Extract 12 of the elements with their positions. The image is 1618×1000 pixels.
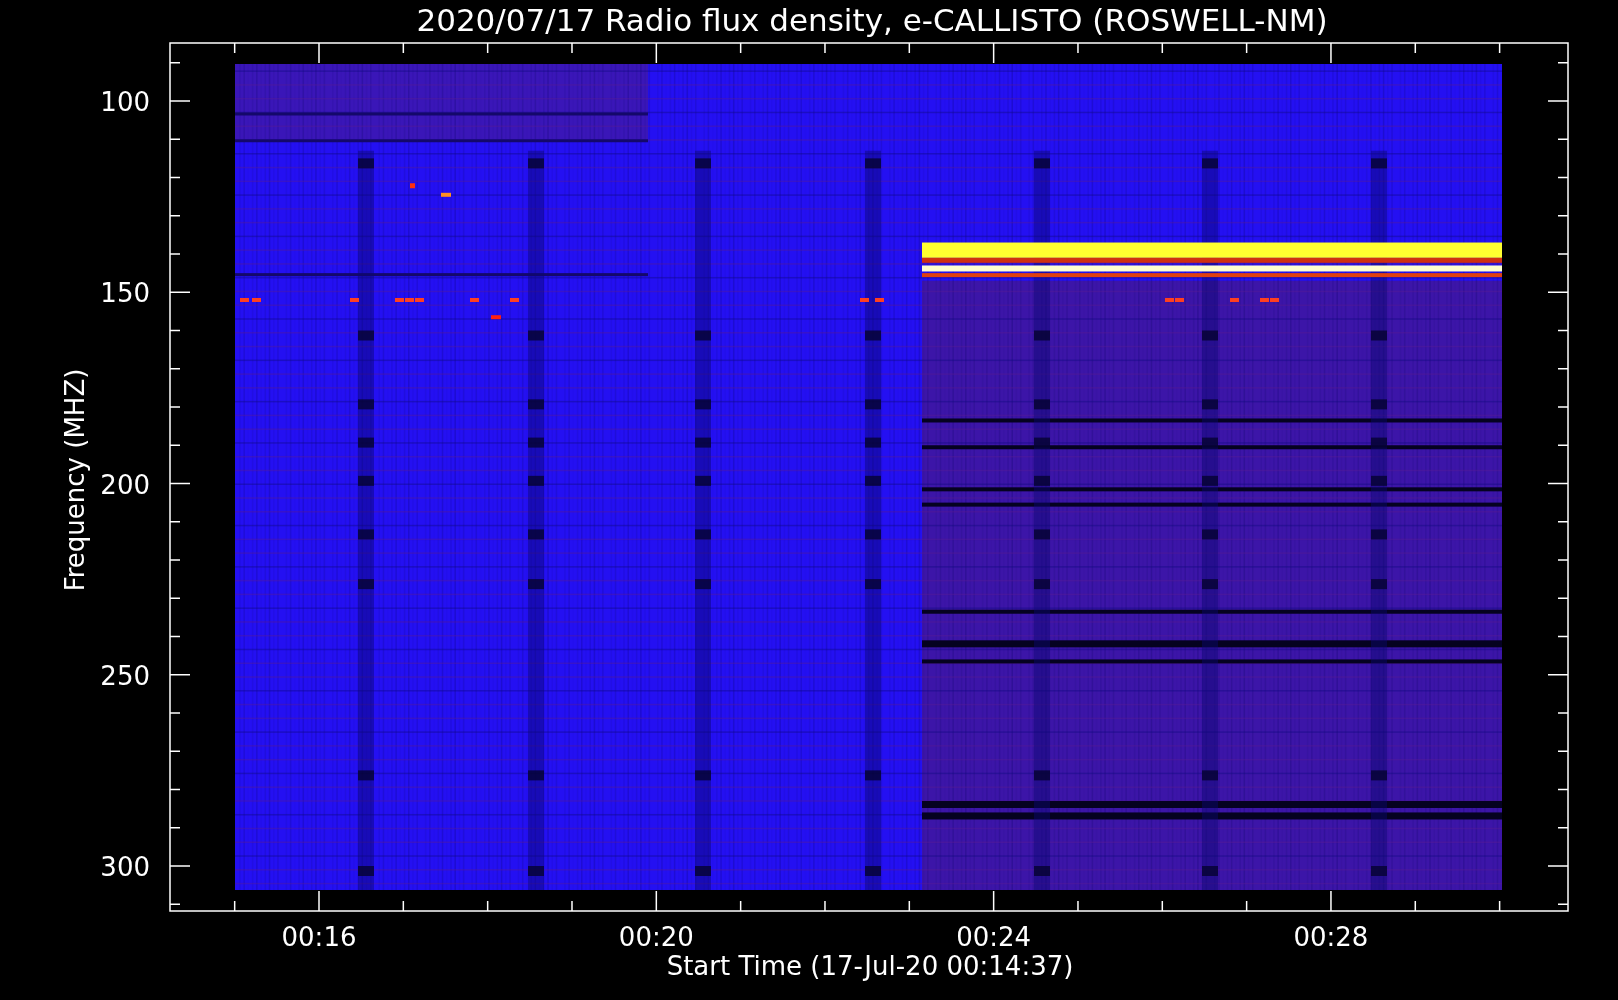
x-tick-label: 00:16 <box>281 922 357 952</box>
y-tick-label: 100 <box>100 87 150 117</box>
y-tick-label: 300 <box>100 852 150 882</box>
chart-title: 2020/07/17 Radio flux density, e-CALLISTO (ROSWELL-NM) <box>416 2 1328 38</box>
y-tick-label: 250 <box>100 660 150 691</box>
x-tick-label: 00:20 <box>618 922 694 952</box>
y-tick-label: 200 <box>100 469 150 500</box>
x-tick-label: 00:24 <box>956 922 1032 952</box>
y-tick-label: 150 <box>100 278 150 309</box>
x-axis-title: Start Time (17-Jul-20 00:14:37) <box>666 951 1074 981</box>
x-tick-label: 00:28 <box>1293 922 1369 952</box>
y-axis-title: Frequency (MHZ) <box>60 368 90 592</box>
